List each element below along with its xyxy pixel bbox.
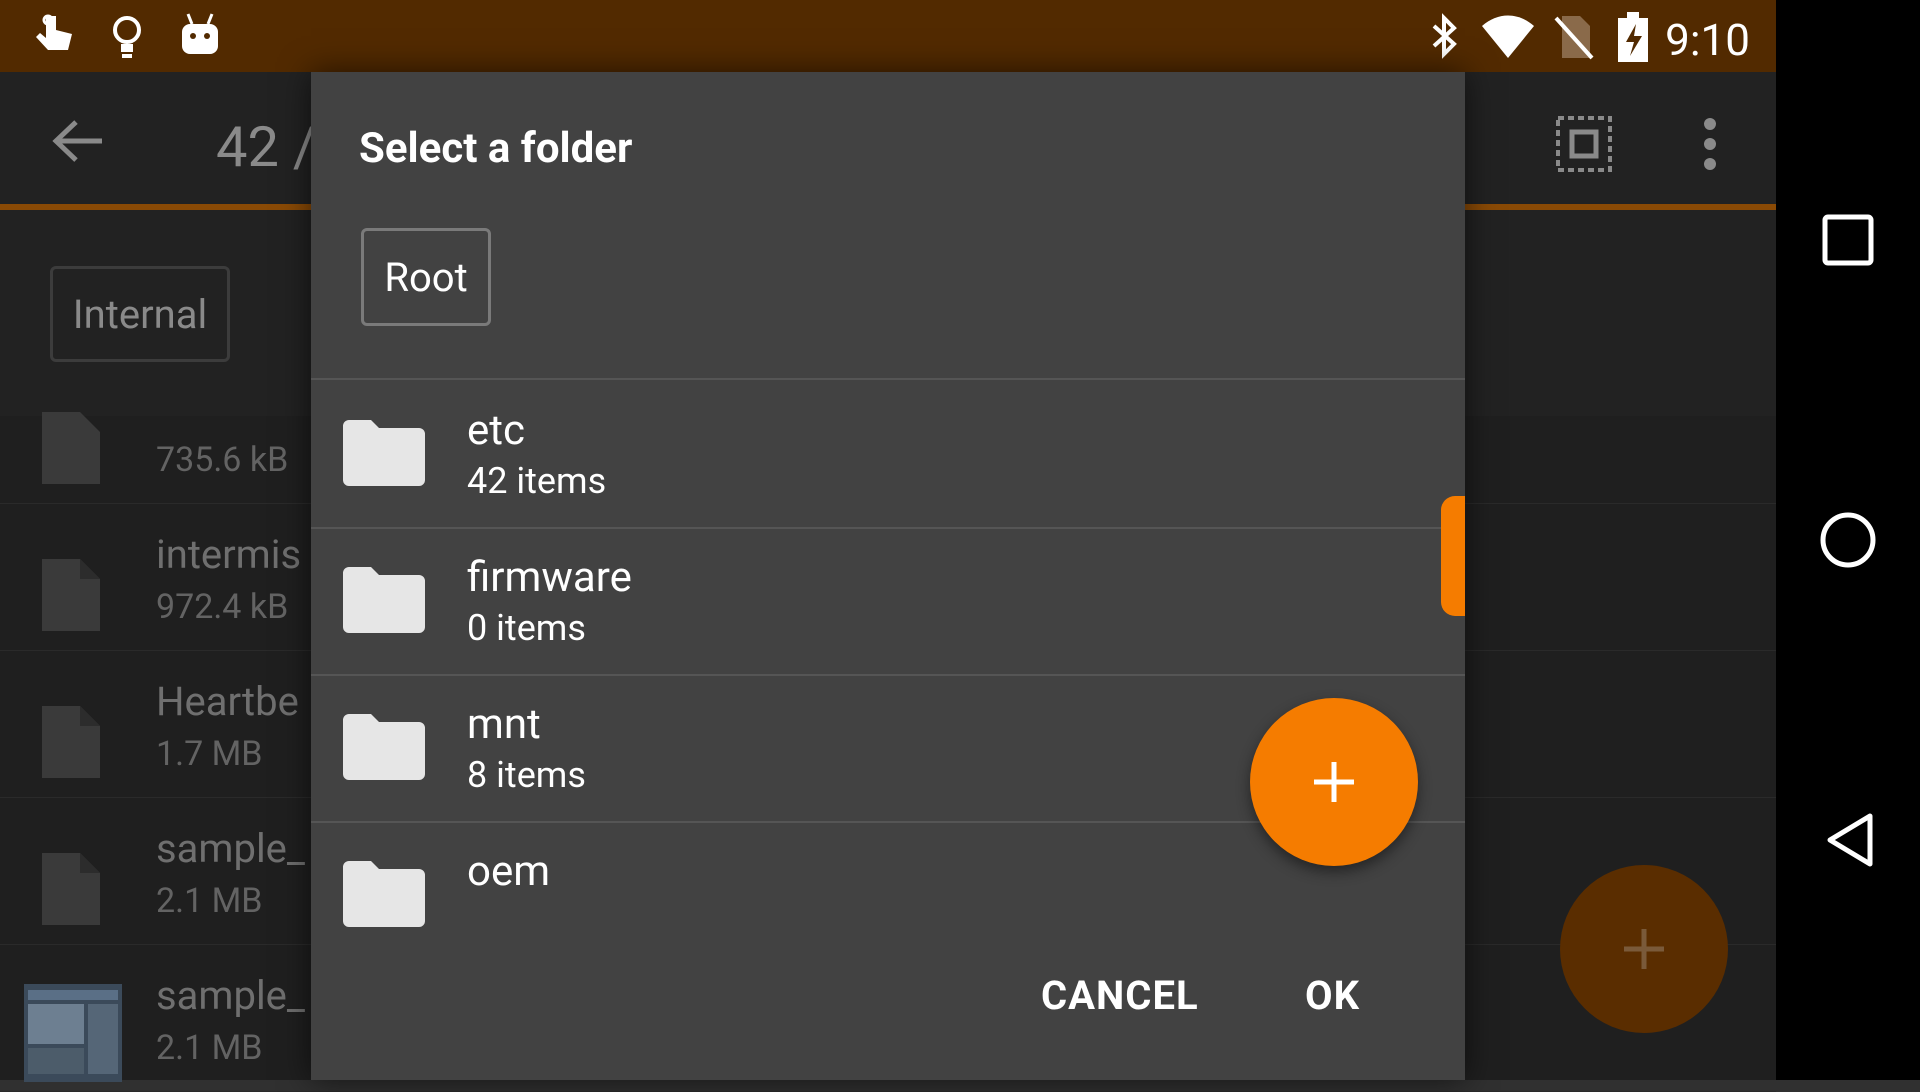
status-time: 9:10 <box>1665 14 1750 66</box>
folder-icon <box>343 418 425 490</box>
folder-item-etc[interactable]: etc 42 items <box>311 380 1465 529</box>
more-vert-icon[interactable] <box>1702 118 1718 174</box>
folder-name: firmware <box>467 553 632 602</box>
wifi-icon <box>1480 14 1536 62</box>
background-add-fab <box>1560 865 1728 1033</box>
status-bar: 9:10 <box>0 0 1776 72</box>
folder-item-count: 8 items <box>467 754 586 796</box>
dialog-title: Select a folder <box>359 124 633 173</box>
touch-icon <box>32 12 76 66</box>
folder-icon <box>343 565 425 637</box>
breadcrumb-root[interactable]: Root <box>361 228 491 326</box>
internal-storage-chip[interactable]: Internal <box>50 266 230 362</box>
file-icon <box>38 702 104 786</box>
file-size: 2.1 MB <box>156 1028 263 1068</box>
folder-item-count: 0 items <box>467 607 586 649</box>
new-folder-fab[interactable] <box>1250 698 1418 866</box>
file-name: intermis <box>156 531 302 578</box>
folder-name: mnt <box>467 700 541 749</box>
file-size: 2.1 MB <box>156 881 263 921</box>
file-icon <box>38 408 104 492</box>
file-size: 1.7 MB <box>156 734 263 774</box>
recents-icon[interactable] <box>1822 214 1874 270</box>
folder-item-firmware[interactable]: firmware 0 items <box>311 527 1465 676</box>
select-folder-dialog: Select a folder Root etc 42 items firmwa… <box>311 72 1465 1080</box>
folder-list: etc 42 items firmware 0 items mnt 8 item… <box>311 378 1465 940</box>
file-icon <box>38 849 104 933</box>
home-icon[interactable] <box>1820 512 1876 572</box>
plus-icon <box>1314 762 1354 802</box>
file-name: sample_ <box>156 972 305 1019</box>
lightbulb-icon <box>110 14 144 64</box>
fast-scroll-thumb[interactable] <box>1441 496 1465 616</box>
file-name: sample_ <box>156 825 305 872</box>
folder-icon <box>343 712 425 784</box>
file-icon <box>38 555 104 639</box>
no-sim-icon <box>1554 14 1594 64</box>
file-size: 972.4 kB <box>156 587 289 627</box>
back-arrow-icon[interactable] <box>50 116 106 170</box>
ok-button[interactable]: OK <box>1305 972 1360 1019</box>
file-name: Heartbe <box>156 678 299 725</box>
select-all-icon[interactable] <box>1556 116 1612 176</box>
navigation-bar <box>1776 0 1920 1080</box>
android-icon <box>180 12 220 60</box>
folder-icon <box>343 859 425 931</box>
plus-icon <box>1624 929 1664 969</box>
folder-name: etc <box>467 406 525 455</box>
file-size: 735.6 kB <box>156 440 289 480</box>
folder-name: oem <box>467 847 551 896</box>
battery-charging-icon <box>1618 12 1648 66</box>
bluetooth-icon <box>1428 12 1460 64</box>
image-thumbnail <box>24 984 122 1086</box>
folder-item-count: 42 items <box>467 460 607 502</box>
cancel-button[interactable]: CANCEL <box>1041 972 1199 1019</box>
back-icon[interactable] <box>1824 812 1876 872</box>
